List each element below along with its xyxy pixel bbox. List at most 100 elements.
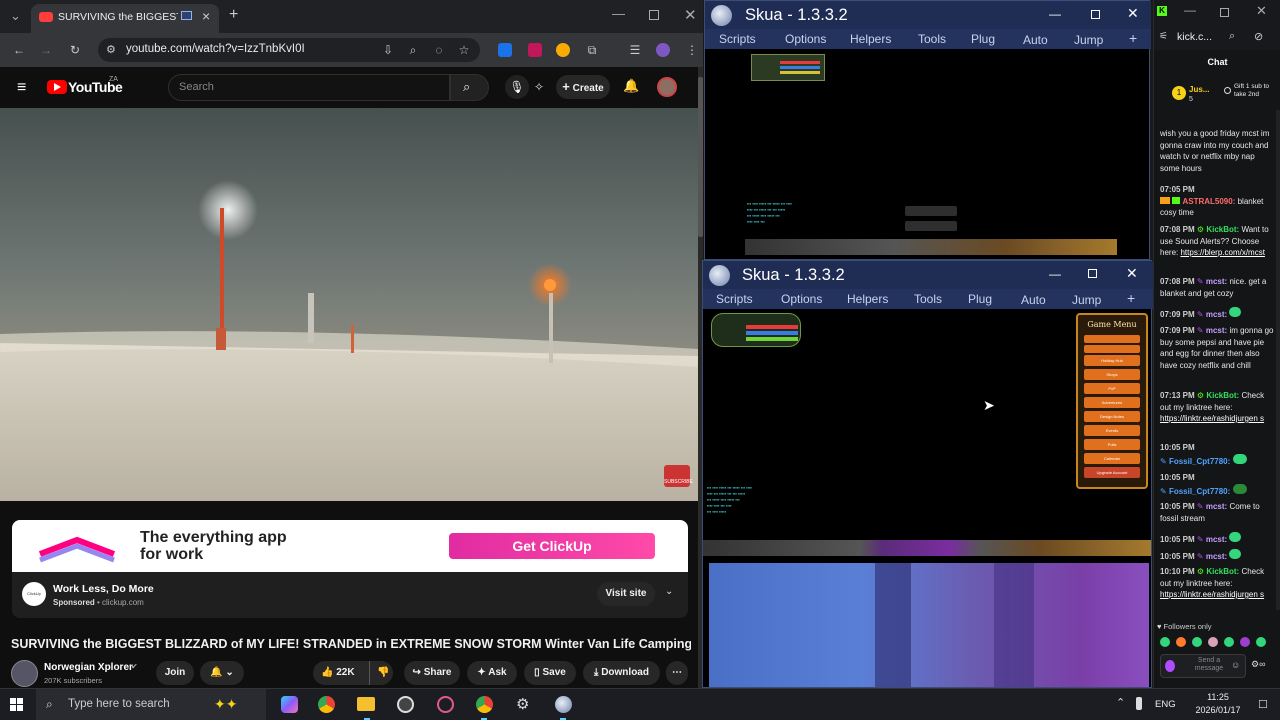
chat-username[interactable]: Fossil_Cpt7780: xyxy=(1169,487,1230,496)
back-icon[interactable]: ← xyxy=(11,42,27,58)
minimize-icon[interactable]: — xyxy=(1049,267,1061,281)
youtube-logo-icon[interactable] xyxy=(47,80,67,94)
emoji-picker-icon[interactable]: ☺ xyxy=(1231,660,1240,670)
reload-icon[interactable]: ↻ xyxy=(67,42,83,58)
chat-username[interactable]: KickBot: xyxy=(1206,567,1239,576)
menu-plug[interactable]: Plug xyxy=(968,292,992,306)
voice-search-icon[interactable]: 🎙 xyxy=(505,75,529,99)
language-indicator[interactable]: ENG xyxy=(1155,699,1176,710)
emote-icon[interactable] xyxy=(1224,637,1234,647)
game-menu-item[interactable]: Shops xyxy=(1084,369,1140,380)
eye-off-icon[interactable]: ◌ xyxy=(431,42,447,58)
forward-icon[interactable]: → xyxy=(38,42,54,58)
notifications-icon[interactable]: ☐ xyxy=(1258,698,1268,711)
chat-username[interactable]: mcst: xyxy=(1206,310,1227,319)
chat-scrollbar[interactable] xyxy=(1276,110,1280,610)
chrome-app-icon[interactable] xyxy=(318,696,335,713)
menu-jump[interactable]: Jump xyxy=(1074,33,1103,47)
chat-username[interactable]: mcst: xyxy=(1206,326,1227,335)
visit-site-button[interactable]: Visit site xyxy=(597,582,655,606)
maximize-icon[interactable] xyxy=(1220,8,1229,17)
emote-icon[interactable] xyxy=(1160,637,1170,647)
menu-scripts[interactable]: Scripts xyxy=(719,32,756,46)
chrome-menu-icon[interactable]: ⋮ xyxy=(684,42,700,58)
close-icon[interactable]: ✕ xyxy=(1256,3,1267,19)
ad-title[interactable]: Work Less, Do More xyxy=(53,583,154,595)
ask-button[interactable]: ✦ Ask xyxy=(467,661,517,685)
game-menu-item[interactable]: PvP xyxy=(1084,383,1140,394)
menu-jump[interactable]: Jump xyxy=(1072,293,1101,307)
more-actions-icon[interactable]: ⋯ xyxy=(666,661,688,685)
menu-tools[interactable]: Tools xyxy=(918,32,946,46)
address-bar[interactable]: ⚙ youtube.com/watch?v=IzzTnbKvI0I ⇩ ⌕ ◌ … xyxy=(98,38,480,62)
menu-helpers[interactable]: Helpers xyxy=(847,292,888,306)
tab-youtube[interactable]: SURVIVING the BIGGEST BL × xyxy=(31,4,219,33)
save-button[interactable]: ▯ Save xyxy=(524,661,576,685)
tab-search-icon[interactable]: ⌄ xyxy=(10,8,21,24)
app-icon[interactable] xyxy=(437,696,454,713)
menu-options[interactable]: Options xyxy=(781,292,822,306)
close-tab-icon[interactable]: × xyxy=(202,8,210,24)
file-explorer-icon[interactable] xyxy=(357,697,375,711)
game-menu-item[interactable]: Calendar xyxy=(1084,453,1140,464)
chrome-app-icon[interactable] xyxy=(476,696,493,713)
hamburger-menu-icon[interactable]: ≡ xyxy=(17,79,26,97)
zoom-icon[interactable]: ⌕ xyxy=(405,42,421,58)
notifications-bell-icon[interactable]: 🔔 xyxy=(623,78,639,94)
url-text[interactable]: youtube.com/watch?v=IzzTnbKvI0I xyxy=(126,43,305,55)
site-info-icon[interactable]: ⚙ xyxy=(106,43,116,56)
game-menu-item[interactable] xyxy=(1084,335,1140,343)
game-menu-item[interactable]: Events xyxy=(1084,425,1140,436)
chat-username[interactable]: mcst: xyxy=(1206,535,1227,544)
chat-username[interactable]: KickBot: xyxy=(1206,391,1239,400)
menu-add[interactable]: + xyxy=(1129,30,1137,46)
channel-avatar[interactable] xyxy=(11,660,38,687)
taskbar-search-box[interactable]: ⌕ Type here to search ✦✦ xyxy=(36,689,266,720)
kick-url[interactable]: kick.c... xyxy=(1177,31,1212,43)
menu-auto[interactable]: Auto xyxy=(1021,293,1046,307)
emote-icon[interactable] xyxy=(1192,637,1202,647)
minimize-icon[interactable]: — xyxy=(1049,7,1061,21)
microphone-icon[interactable] xyxy=(1136,697,1142,710)
share-button[interactable]: ↪ Share xyxy=(404,661,460,685)
zoom-icon[interactable]: ⌕ xyxy=(1229,30,1235,43)
menu-options[interactable]: Options xyxy=(785,32,826,46)
game-menu-item[interactable]: Adventures xyxy=(1084,397,1140,408)
show-hidden-icons-icon[interactable]: ⌃ xyxy=(1116,696,1125,709)
ai-sparkle-icon[interactable]: ✧ xyxy=(531,75,547,99)
chat-username[interactable]: Fossil_Cpt7780: xyxy=(1169,457,1230,466)
close-icon[interactable]: ✕ xyxy=(1127,5,1139,22)
start-windows-icon[interactable] xyxy=(10,698,23,711)
scrollbar-thumb[interactable] xyxy=(698,77,703,237)
menu-tools[interactable]: Tools xyxy=(914,292,942,306)
download-button[interactable]: ⤓ Download xyxy=(583,661,660,685)
game-menu-item[interactable]: Polls xyxy=(1084,439,1140,450)
extensions-puzzle-icon[interactable]: ⧉ xyxy=(584,42,600,58)
game-menu-item[interactable]: Design Notes xyxy=(1084,411,1140,422)
profile-avatar[interactable] xyxy=(656,43,670,57)
account-avatar[interactable] xyxy=(657,77,677,97)
chat-username[interactable]: mcst: xyxy=(1206,552,1227,561)
menu-scripts[interactable]: Scripts xyxy=(716,292,753,306)
copilot-app-icon[interactable] xyxy=(281,696,298,713)
emote-icon[interactable] xyxy=(1208,637,1218,647)
notification-settings-button[interactable]: 🔔 ⌄ xyxy=(200,661,244,685)
chat-username[interactable]: mcst: xyxy=(1206,277,1227,286)
ad-banner[interactable]: The everything app for work Get ClickUp xyxy=(12,520,688,572)
pinned-gift-banner[interactable]: 1 Jus... 5 Gift 1 sub to take 2nd xyxy=(1172,83,1276,111)
install-icon[interactable]: ⇩ xyxy=(380,42,396,58)
menu-helpers[interactable]: Helpers xyxy=(850,32,891,46)
clock-date[interactable]: 2026/01/17 xyxy=(1194,705,1242,715)
ad-cta-button[interactable]: Get ClickUp xyxy=(449,533,655,559)
thumbs-down-icon[interactable]: 👎 xyxy=(369,661,389,685)
chat-username[interactable]: ASTRAL5090: xyxy=(1182,197,1235,206)
emote-icon[interactable] xyxy=(1240,637,1250,647)
close-icon[interactable]: ✕ xyxy=(1126,265,1138,282)
chat-link[interactable]: https://linktr.ee/rashidjurgen s xyxy=(1160,590,1264,599)
extension-icon[interactable] xyxy=(528,43,542,57)
channel-name[interactable]: Norwegian Xplorer xyxy=(44,662,133,673)
settings-gear-icon[interactable]: ⚙ xyxy=(516,695,529,713)
like-dislike-group[interactable]: 👍 22K 👎 xyxy=(313,661,393,685)
customize-icon[interactable]: ⚟ xyxy=(1159,31,1168,42)
new-tab-button[interactable]: + xyxy=(229,6,238,24)
